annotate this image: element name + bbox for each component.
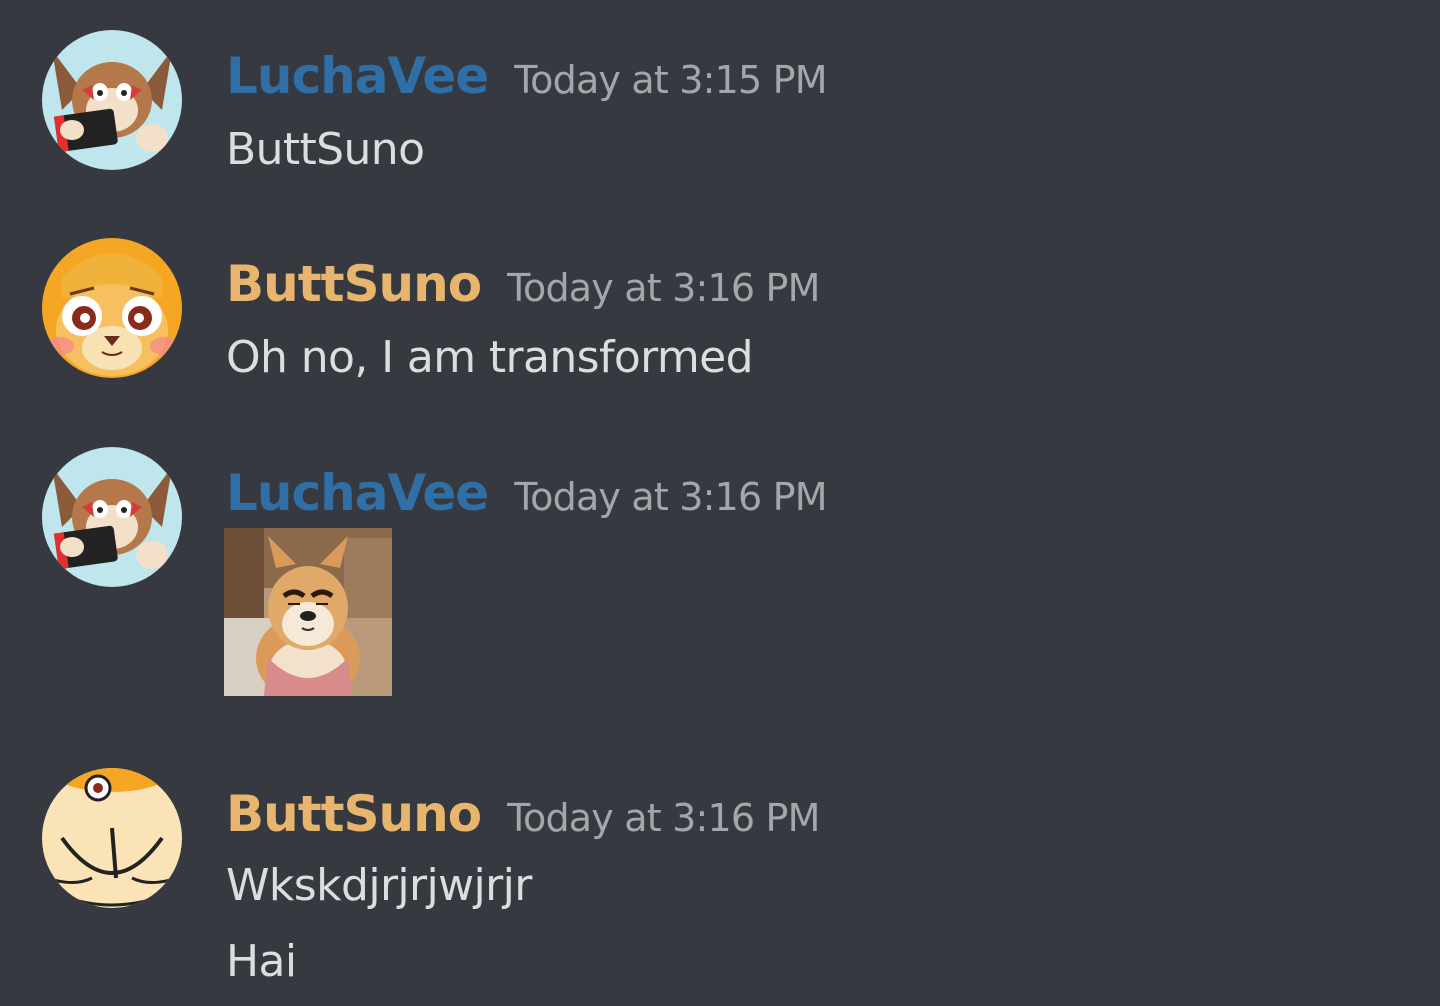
message-text: Hai [226, 936, 297, 987]
shiba-dog-image-icon [224, 528, 392, 696]
luchavee-avatar[interactable] [42, 30, 182, 170]
message-header: LuchaVee Today at 3:15 PM [226, 44, 828, 108]
buttsuno-butt-avatar[interactable] [42, 768, 182, 908]
shiba-dog-eyebrows-image[interactable] [224, 528, 392, 696]
timestamp[interactable]: Today at 3:16 PM [507, 796, 820, 840]
buttsuno-butt-avatar-icon [42, 768, 182, 908]
message-header: ButtSuno Today at 3:16 PM [226, 252, 820, 316]
timestamp[interactable]: Today at 3:15 PM [514, 58, 827, 102]
message-text: Oh no, I am transformed [226, 332, 754, 383]
luchavee-avatar[interactable] [42, 447, 182, 587]
buttsuno-face-avatar-icon [42, 238, 182, 378]
username[interactable]: LuchaVee [226, 464, 489, 522]
timestamp[interactable]: Today at 3:16 PM [507, 266, 820, 310]
message-text: ButtSuno [226, 124, 425, 175]
timestamp[interactable]: Today at 3:16 PM [514, 475, 827, 519]
luchavee-avatar-icon [42, 447, 182, 587]
message-header: ButtSuno Today at 3:16 PM [226, 782, 820, 846]
buttsuno-face-avatar[interactable] [42, 238, 182, 378]
username[interactable]: LuchaVee [226, 47, 489, 105]
chat-log: LuchaVee Today at 3:15 PM ButtSuno ButtS… [0, 0, 1440, 1006]
luchavee-avatar-icon [42, 30, 182, 170]
message-header: LuchaVee Today at 3:16 PM [226, 461, 828, 525]
message-text: Wkskdjrjrjwjrjr [226, 860, 532, 911]
username[interactable]: ButtSuno [226, 255, 482, 313]
username[interactable]: ButtSuno [226, 785, 482, 843]
